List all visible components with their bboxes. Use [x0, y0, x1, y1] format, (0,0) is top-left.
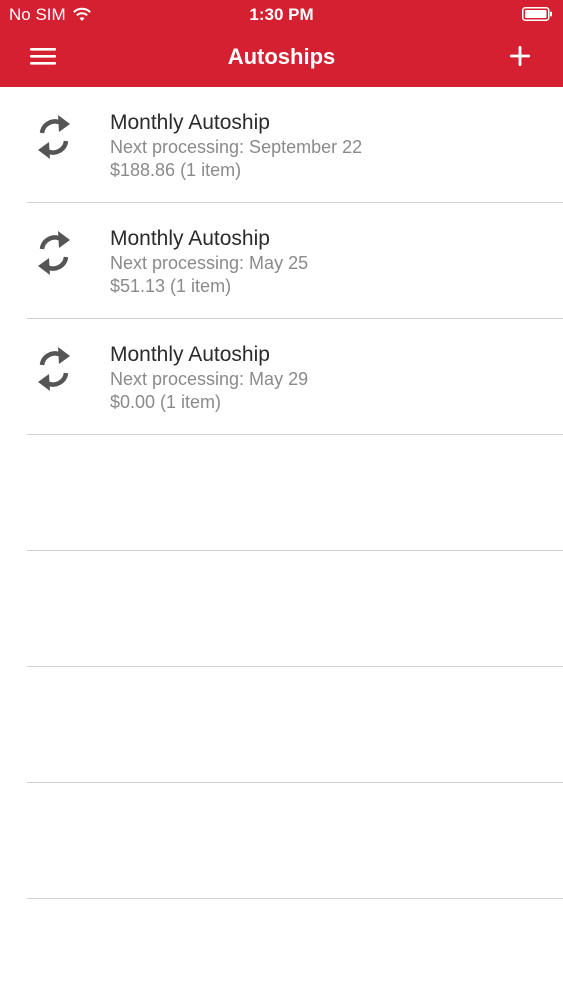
plus-icon [510, 46, 530, 66]
add-autoship-button[interactable] [500, 38, 540, 74]
sync-icon [38, 115, 70, 159]
empty-row [0, 667, 563, 783]
autoship-summary: $0.00 (1 item) [110, 392, 222, 412]
autoship-details: Monthly Autoship Next processing: May 25… [110, 226, 308, 298]
autoship-title: Monthly Autoship [110, 111, 270, 134]
next-processing-date: Next processing: May 29 [110, 369, 309, 389]
autoship-row[interactable]: Monthly Autoship Next processing: May 25… [0, 203, 563, 319]
autoship-title: Monthly Autoship [110, 227, 270, 250]
autoship-title: Monthly Autoship [110, 343, 270, 366]
navigation-bar: Autoships [0, 30, 563, 87]
empty-row [0, 435, 563, 551]
row-divider [27, 898, 563, 899]
status-bar: No SIM 1:30 PM [0, 0, 563, 30]
sync-icon [38, 231, 70, 275]
sync-icon [38, 347, 70, 391]
empty-row [0, 551, 563, 667]
autoship-row[interactable]: Monthly Autoship Next processing: May 29… [0, 319, 563, 435]
autoship-list: Monthly Autoship Next processing: Septem… [0, 87, 563, 899]
empty-row [0, 783, 563, 899]
autoship-details: Monthly Autoship Next processing: Septem… [110, 110, 362, 182]
autoship-summary: $188.86 (1 item) [110, 160, 242, 180]
autoship-details: Monthly Autoship Next processing: May 29… [110, 342, 308, 414]
autoship-row[interactable]: Monthly Autoship Next processing: Septem… [0, 87, 563, 203]
next-processing-date: Next processing: May 25 [110, 253, 309, 273]
page-title: Autoships [227, 44, 336, 69]
battery-icon [522, 7, 552, 21]
status-time: 1:30 PM [249, 5, 314, 24]
next-processing-date: Next processing: September 22 [110, 137, 363, 157]
autoship-summary: $51.13 (1 item) [110, 276, 232, 296]
app-header: No SIM 1:30 PM Autoships [0, 0, 563, 87]
